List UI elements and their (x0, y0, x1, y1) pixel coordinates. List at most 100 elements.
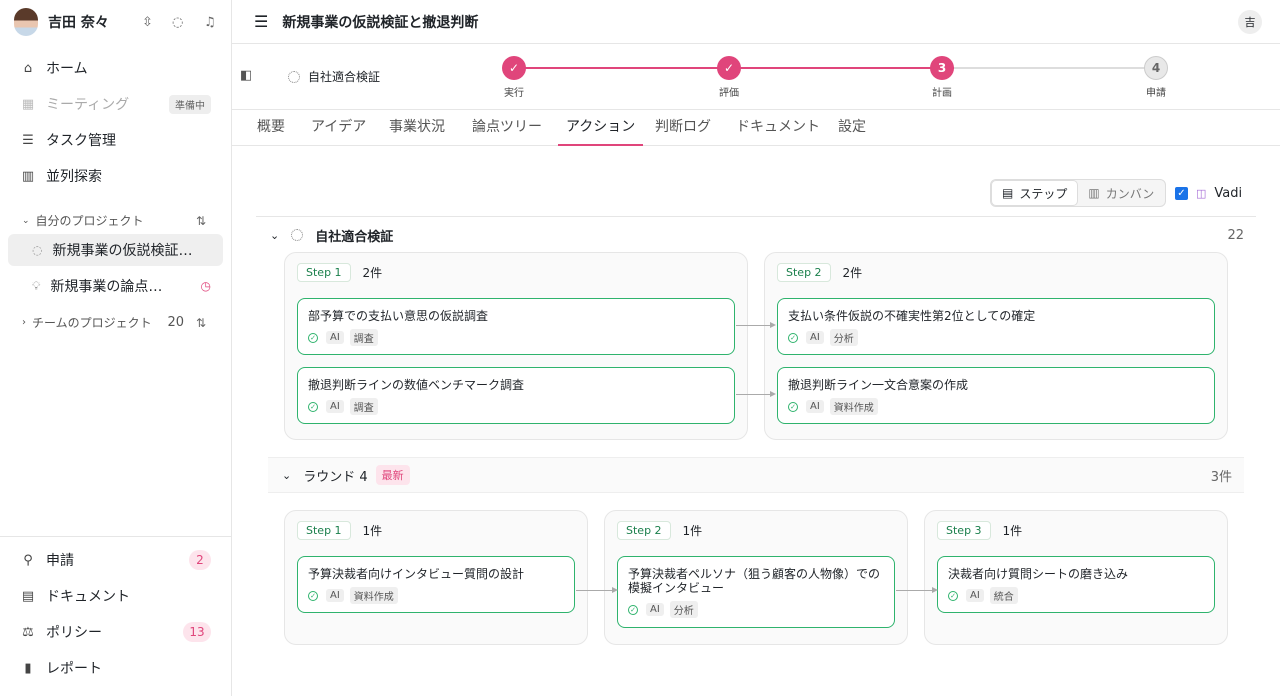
chevron-updown-icon[interactable]: ⇳ (142, 15, 153, 30)
phase-step-label: 計画 (932, 88, 952, 99)
sidebar-item-reports[interactable]: ▮ レポート (8, 652, 223, 684)
project-item[interactable]: 💡︎ 新規事業の論点… ◷ (8, 270, 223, 302)
card-title: 予算決裁者向けインタビュー質問の設計 (308, 567, 525, 581)
side-panel-icon[interactable]: ◧ (240, 68, 252, 83)
action-card[interactable]: 撤退判断ライン一文合意案の作成 ✓ AI 資料作成 (777, 367, 1215, 424)
phase-step-current[interactable]: 3 (930, 56, 954, 80)
sort-icon[interactable]: ⇅ (196, 214, 206, 228)
sidebar-item-meeting: ▦ ミーティング 準備中 (8, 88, 223, 120)
project-item[interactable]: ◌ 新規事業の仮説検証… (8, 234, 223, 266)
action-card[interactable]: 予算決裁者向けインタビュー質問の設計 ✓ AI 資料作成 (297, 556, 575, 613)
section-title: チームのプロジェクト (32, 316, 152, 330)
my-projects-header[interactable]: ⌄ 自分のプロジェクト ⇅ (22, 212, 212, 229)
check-circle-icon: ✓ (628, 604, 638, 615)
phase-step-todo[interactable]: 4 (1144, 56, 1168, 80)
avatar (14, 8, 38, 36)
kanban-view-button[interactable]: ▥ カンバン (1078, 180, 1164, 206)
tab-overview[interactable]: 概要 (257, 116, 285, 146)
loading-circle-icon (288, 70, 300, 83)
user-avatar[interactable]: 吉 (1238, 9, 1262, 34)
action-card[interactable]: 部予算での支払い意思の仮説調査 ✓ AI 調査 (297, 298, 735, 355)
sidebar-item-home[interactable]: ⌂ ホーム (8, 52, 223, 84)
round-title: ラウンド 4 (303, 469, 368, 485)
ai-tag: AI (326, 331, 344, 344)
action-card[interactable]: 予算決裁者ペルソナ（狙う顧客の人物像）での模擬インタビュー ✓ AI 分析 (617, 556, 895, 628)
category-tag: 調査 (349, 329, 378, 346)
phase-step-label: 実行 (504, 88, 524, 99)
user-switcher[interactable]: 吉田 奈々 ⇳ ◌ ♫ (14, 8, 224, 36)
team-projects-header[interactable]: › チームのプロジェクト 20 ⇅ (22, 314, 212, 331)
sidebar-item-tasks[interactable]: ☰ タスク管理 (8, 124, 223, 156)
ai-tag: AI (326, 400, 344, 413)
tab-business-status[interactable]: 事業状況 (389, 116, 445, 146)
category-tag: 統合 (989, 587, 1018, 604)
category-tag: 分析 (829, 329, 858, 346)
sidebar-item-policies[interactable]: ⚖ ポリシー 13 (8, 616, 223, 648)
sidebar-item-label: レポート (46, 661, 102, 677)
vadi-toggle[interactable]: ✓ ◫ Vadi (1175, 186, 1242, 201)
sidebar-item-documents[interactable]: ▤ ドキュメント (8, 580, 223, 612)
lightbulb-icon: 💡︎ (32, 278, 41, 293)
card-title: 撤退判断ライン一文合意案の作成 (788, 378, 969, 392)
chat-icon[interactable]: ◌ (172, 15, 183, 30)
list-icon: ▤ (1002, 186, 1014, 200)
group-count: 22 (1227, 227, 1244, 243)
columns-icon: ▥ (21, 168, 35, 184)
menu-icon[interactable]: ☰ (254, 12, 268, 31)
sidebar-item-applications[interactable]: ⚲ 申請 2 (8, 544, 223, 576)
scale-icon: ⚖ (22, 624, 34, 640)
progress-line-todo (954, 67, 1156, 69)
view-toggle: ▤ ステップ ▥ カンバン (990, 179, 1166, 207)
tab-issue-tree[interactable]: 論点ツリー (472, 116, 542, 146)
phase-progress: ◧ 自社適合検証 ✓ 実行 ✓ 評価 3 計画 4 申請 (232, 44, 1280, 110)
flow-arrow (576, 587, 618, 593)
sort-icon[interactable]: ⇅ (196, 316, 206, 330)
tab-ideas[interactable]: アイデア (311, 116, 366, 146)
clock-icon: ◷ (200, 279, 211, 293)
step-count: 1件 (1002, 524, 1023, 538)
phase-step-done[interactable]: ✓ (502, 56, 526, 80)
step-view-button[interactable]: ▤ ステップ (991, 180, 1079, 206)
tab-documents[interactable]: ドキュメント (736, 116, 820, 146)
sidebar-item-label: ポリシー (46, 625, 102, 641)
phase-step-label: 申請 (1146, 88, 1166, 99)
action-card[interactable]: 決裁者向け質問シートの磨き込み ✓ AI 統合 (937, 556, 1215, 613)
step-column: Step 1 2件 部予算での支払い意思の仮説調査 ✓ AI 調査 撤退判断ライ… (284, 252, 748, 440)
loading-circle-icon (291, 229, 304, 241)
card-meta: ✓ AI 調査 (308, 398, 724, 415)
sidebar-item-label: ドキュメント (46, 589, 130, 605)
sidebar-item-parallel[interactable]: ▥ 並列探索 (8, 160, 223, 192)
check-circle-icon: ✓ (788, 401, 798, 412)
divider (0, 536, 231, 537)
status-label: 自社適合検証 (308, 70, 381, 84)
tab-settings[interactable]: 設定 (838, 116, 866, 146)
step-column: Step 2 1件 予算決裁者ペルソナ（狙う顧客の人物像）での模擬インタビュー … (604, 510, 908, 645)
project-status: 自社適合検証 (288, 68, 380, 85)
check-circle-icon: ✓ (788, 332, 798, 343)
card-meta: ✓ AI 統合 (948, 587, 1204, 604)
card-title: 予算決裁者ペルソナ（狙う顧客の人物像）での模擬インタビュー (628, 567, 881, 595)
step-header: Step 1 2件 (297, 263, 382, 282)
home-icon: ⌂ (23, 60, 33, 76)
bell-icon[interactable]: ♫ (204, 15, 216, 30)
tab-actions[interactable]: アクション (558, 116, 644, 146)
phase-step-label: 評価 (719, 88, 739, 99)
step-count: 1件 (362, 524, 383, 538)
card-title: 支払い条件仮説の不確実性第2位としての確定 (788, 309, 1036, 323)
loading-circle-icon: ◌ (32, 243, 43, 257)
coming-soon-pill: 準備中 (169, 94, 211, 114)
section-title: 自分のプロジェクト (35, 214, 144, 228)
step-count: 1件 (682, 524, 703, 538)
round-header[interactable]: ⌄ ラウンド 4 最新 3件 (268, 457, 1244, 493)
action-card[interactable]: 撤退判断ラインの数値ベンチマーク調査 ✓ AI 調査 (297, 367, 735, 424)
check-circle-icon: ✓ (308, 332, 318, 343)
phase-step-done[interactable]: ✓ (717, 56, 741, 80)
tab-decision-log[interactable]: 判断ログ (655, 116, 711, 146)
chevron-down-icon: ⌄ (22, 215, 30, 226)
action-card[interactable]: 支払い条件仮説の不確実性第2位としての確定 ✓ AI 分析 (777, 298, 1215, 355)
stamp-icon: ⚲ (23, 552, 33, 568)
category-tag: 資料作成 (829, 398, 878, 415)
checkbox-checked[interactable]: ✓ (1175, 187, 1188, 200)
group-header[interactable]: ⌄ 自社適合検証 22 (256, 217, 1256, 253)
card-title: 部予算での支払い意思の仮説調査 (308, 309, 489, 323)
